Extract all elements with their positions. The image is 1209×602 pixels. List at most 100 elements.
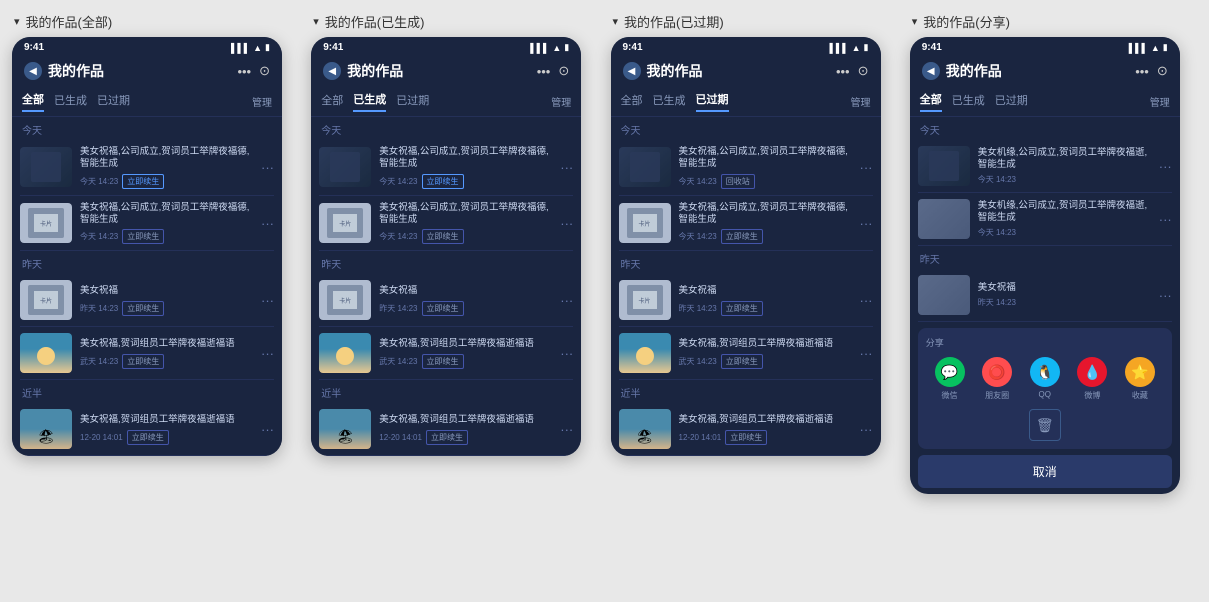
tab-已生成[interactable]: 已生成 bbox=[54, 92, 87, 111]
work-action-btn[interactable]: 立即续生 bbox=[122, 174, 164, 189]
work-list: 美女祝福,公司成立,贺词员工举牌夜福德,智能生成今天 14:23立即续生···卡… bbox=[311, 140, 581, 251]
work-more-icon[interactable]: ··· bbox=[1159, 159, 1172, 174]
tab-已生成[interactable]: 已生成 bbox=[353, 91, 386, 112]
share-icon-微博[interactable]: 💧微博 bbox=[1077, 357, 1107, 401]
work-more-icon[interactable]: ··· bbox=[1159, 288, 1172, 303]
status-bar: 9:41 ▌▌▌ ▲ ▮ bbox=[311, 37, 581, 55]
work-more-icon[interactable]: ··· bbox=[560, 346, 573, 361]
settings-icon[interactable]: ⊙ bbox=[1157, 63, 1168, 79]
signal-icon: ▌▌▌ bbox=[1129, 43, 1148, 53]
work-time: 今天 14:23 bbox=[80, 231, 118, 242]
work-more-icon[interactable]: ··· bbox=[860, 346, 873, 361]
share-icon-收藏[interactable]: ⭐收藏 bbox=[1125, 357, 1155, 401]
work-action-btn[interactable]: 立即续生 bbox=[127, 430, 169, 445]
work-more-icon[interactable]: ··· bbox=[560, 160, 573, 175]
settings-icon[interactable]: ⊙ bbox=[558, 63, 569, 79]
back-icon[interactable]: ◀ bbox=[323, 62, 341, 80]
tab-全部[interactable]: 全部 bbox=[321, 92, 343, 111]
work-more-icon[interactable]: ··· bbox=[560, 216, 573, 231]
chevron-down-icon: ▾ bbox=[313, 15, 319, 28]
share-icon-朋友圈[interactable]: ⭕朋友圈 bbox=[982, 357, 1012, 401]
share-icon-微信[interactable]: 💬微信 bbox=[935, 357, 965, 401]
back-icon[interactable]: ◀ bbox=[922, 62, 940, 80]
work-action-btn[interactable]: 立即续生 bbox=[725, 430, 767, 445]
manage-button[interactable]: 管理 bbox=[1150, 94, 1170, 109]
work-action-btn[interactable]: 立即续生 bbox=[422, 301, 464, 316]
back-icon[interactable]: ◀ bbox=[24, 62, 42, 80]
tab-已过期[interactable]: 已过期 bbox=[696, 91, 729, 112]
work-more-icon[interactable]: ··· bbox=[261, 293, 274, 308]
work-action-btn[interactable]: 立即续生 bbox=[422, 174, 464, 189]
work-info: 美女祝福,公司成立,贺词员工举牌夜福德,智能生成今天 14:23立即续生 bbox=[679, 202, 852, 245]
work-more-icon[interactable]: ··· bbox=[261, 422, 274, 437]
work-item[interactable]: 🏖美女祝福,贺词组员工举牌夜福逝福语12-20 14:01立即续生··· bbox=[319, 403, 573, 456]
work-item[interactable]: 卡片美女祝福昨天 14:23立即续生··· bbox=[20, 274, 274, 327]
work-more-icon[interactable]: ··· bbox=[560, 422, 573, 437]
work-item[interactable]: 卡片美女祝福,公司成立,贺词员工举牌夜福德,智能生成今天 14:23立即续生··… bbox=[619, 196, 873, 252]
work-action-btn[interactable]: 立即续生 bbox=[426, 430, 468, 445]
manage-button[interactable]: 管理 bbox=[851, 94, 871, 109]
tab-全部[interactable]: 全部 bbox=[621, 92, 643, 111]
manage-button[interactable]: 管理 bbox=[252, 94, 272, 109]
delete-button[interactable]: 🗑 bbox=[1029, 409, 1061, 441]
work-action-btn[interactable]: 立即续生 bbox=[721, 301, 763, 316]
work-more-icon[interactable]: ··· bbox=[560, 293, 573, 308]
work-thumbnail: 🏖 bbox=[619, 409, 671, 449]
tabs-row: 全部已生成已过期 管理 bbox=[12, 87, 282, 117]
share-icon-circle-微博: 💧 bbox=[1077, 357, 1107, 387]
manage-button[interactable]: 管理 bbox=[551, 94, 571, 109]
work-item[interactable]: 美女祝福,贺词组员工举牌夜福逝福语武天 14:23立即续生··· bbox=[619, 327, 873, 380]
work-action-btn[interactable]: 立即续生 bbox=[122, 229, 164, 244]
more-icon[interactable]: ••• bbox=[537, 64, 551, 79]
work-action-btn[interactable]: 立即续生 bbox=[422, 354, 464, 369]
tab-全部[interactable]: 全部 bbox=[920, 91, 942, 112]
more-icon[interactable]: ••• bbox=[237, 64, 251, 79]
settings-icon[interactable]: ⊙ bbox=[858, 63, 869, 79]
work-item[interactable]: 美女祝福,公司成立,贺词员工举牌夜福德,智能生成今天 14:23立即续生 ··· bbox=[20, 140, 274, 196]
work-item[interactable]: 美女机缘,公司成立,贺词员工举牌夜福逝,智能生成今天 14:23··· bbox=[918, 193, 1172, 246]
work-more-icon[interactable]: ··· bbox=[860, 216, 873, 231]
settings-icon[interactable]: ⊙ bbox=[259, 63, 270, 79]
work-more-icon[interactable]: ··· bbox=[261, 346, 274, 361]
work-item[interactable]: 🏖美女祝福,贺词组员工举牌夜福逝福语12-20 14:01立即续生··· bbox=[20, 403, 274, 456]
tab-已生成[interactable]: 已生成 bbox=[952, 92, 985, 111]
tab-全部[interactable]: 全部 bbox=[22, 91, 44, 112]
work-time: 今天 14:23 bbox=[379, 231, 417, 242]
work-meta: 今天 14:23立即续生 bbox=[80, 174, 253, 189]
cancel-button[interactable]: 取消 bbox=[918, 455, 1172, 488]
screen-title-0: 我的作品(全部) bbox=[26, 12, 113, 31]
tab-已过期[interactable]: 已过期 bbox=[995, 92, 1028, 111]
tab-已过期[interactable]: 已过期 bbox=[97, 92, 130, 111]
share-icon-QQ[interactable]: 🐧QQ bbox=[1030, 357, 1060, 401]
work-action-btn[interactable]: 立即续生 bbox=[122, 354, 164, 369]
work-more-icon[interactable]: ··· bbox=[261, 216, 274, 231]
tab-已过期[interactable]: 已过期 bbox=[396, 92, 429, 111]
work-action-btn[interactable]: 立即续生 bbox=[721, 229, 763, 244]
work-item[interactable]: 卡片美女祝福昨天 14:23立即续生··· bbox=[319, 274, 573, 327]
work-more-icon[interactable]: ··· bbox=[1159, 212, 1172, 227]
work-action-btn[interactable]: 立即续生 bbox=[721, 354, 763, 369]
work-action-btn[interactable]: 回收站 bbox=[721, 174, 755, 189]
work-item[interactable]: 卡片美女祝福,公司成立,贺词员工举牌夜福德,智能生成今天 14:23立即续生··… bbox=[20, 196, 274, 252]
work-more-icon[interactable]: ··· bbox=[860, 422, 873, 437]
work-item[interactable]: 美女祝福,公司成立,贺词员工举牌夜福德,智能生成今天 14:23回收站··· bbox=[619, 140, 873, 196]
more-icon[interactable]: ••• bbox=[1135, 64, 1149, 79]
back-icon[interactable]: ◀ bbox=[623, 62, 641, 80]
work-meta: 武天 14:23立即续生 bbox=[379, 354, 552, 369]
work-item[interactable]: 卡片美女祝福,公司成立,贺词员工举牌夜福德,智能生成今天 14:23立即续生··… bbox=[319, 196, 573, 252]
work-more-icon[interactable]: ··· bbox=[860, 160, 873, 175]
more-icon[interactable]: ••• bbox=[836, 64, 850, 79]
work-item[interactable]: 美女祝福昨天 14:23··· bbox=[918, 269, 1172, 322]
work-more-icon[interactable]: ··· bbox=[860, 293, 873, 308]
work-more-icon[interactable]: ··· bbox=[261, 160, 274, 175]
work-item[interactable]: 美女祝福,公司成立,贺词员工举牌夜福德,智能生成今天 14:23立即续生··· bbox=[319, 140, 573, 196]
work-action-btn[interactable]: 立即续生 bbox=[122, 301, 164, 316]
work-item[interactable]: 🏖美女祝福,贺词组员工举牌夜福逝福语12-20 14:01立即续生··· bbox=[619, 403, 873, 456]
tab-已生成[interactable]: 已生成 bbox=[653, 92, 686, 111]
work-item[interactable]: 卡片美女祝福昨天 14:23立即续生··· bbox=[619, 274, 873, 327]
work-action-btn[interactable]: 立即续生 bbox=[422, 229, 464, 244]
work-item[interactable]: 美女机缘,公司成立,贺词员工举牌夜福逝,智能生成今天 14:23··· bbox=[918, 140, 1172, 193]
work-item[interactable]: 美女祝福,贺词组员工举牌夜福逝福语武天 14:23立即续生··· bbox=[20, 327, 274, 380]
work-item[interactable]: 美女祝福,贺词组员工举牌夜福逝福语武天 14:23立即续生··· bbox=[319, 327, 573, 380]
work-info: 美女祝福,公司成立,贺词员工举牌夜福德,智能生成今天 14:23立即续生 bbox=[80, 146, 253, 189]
